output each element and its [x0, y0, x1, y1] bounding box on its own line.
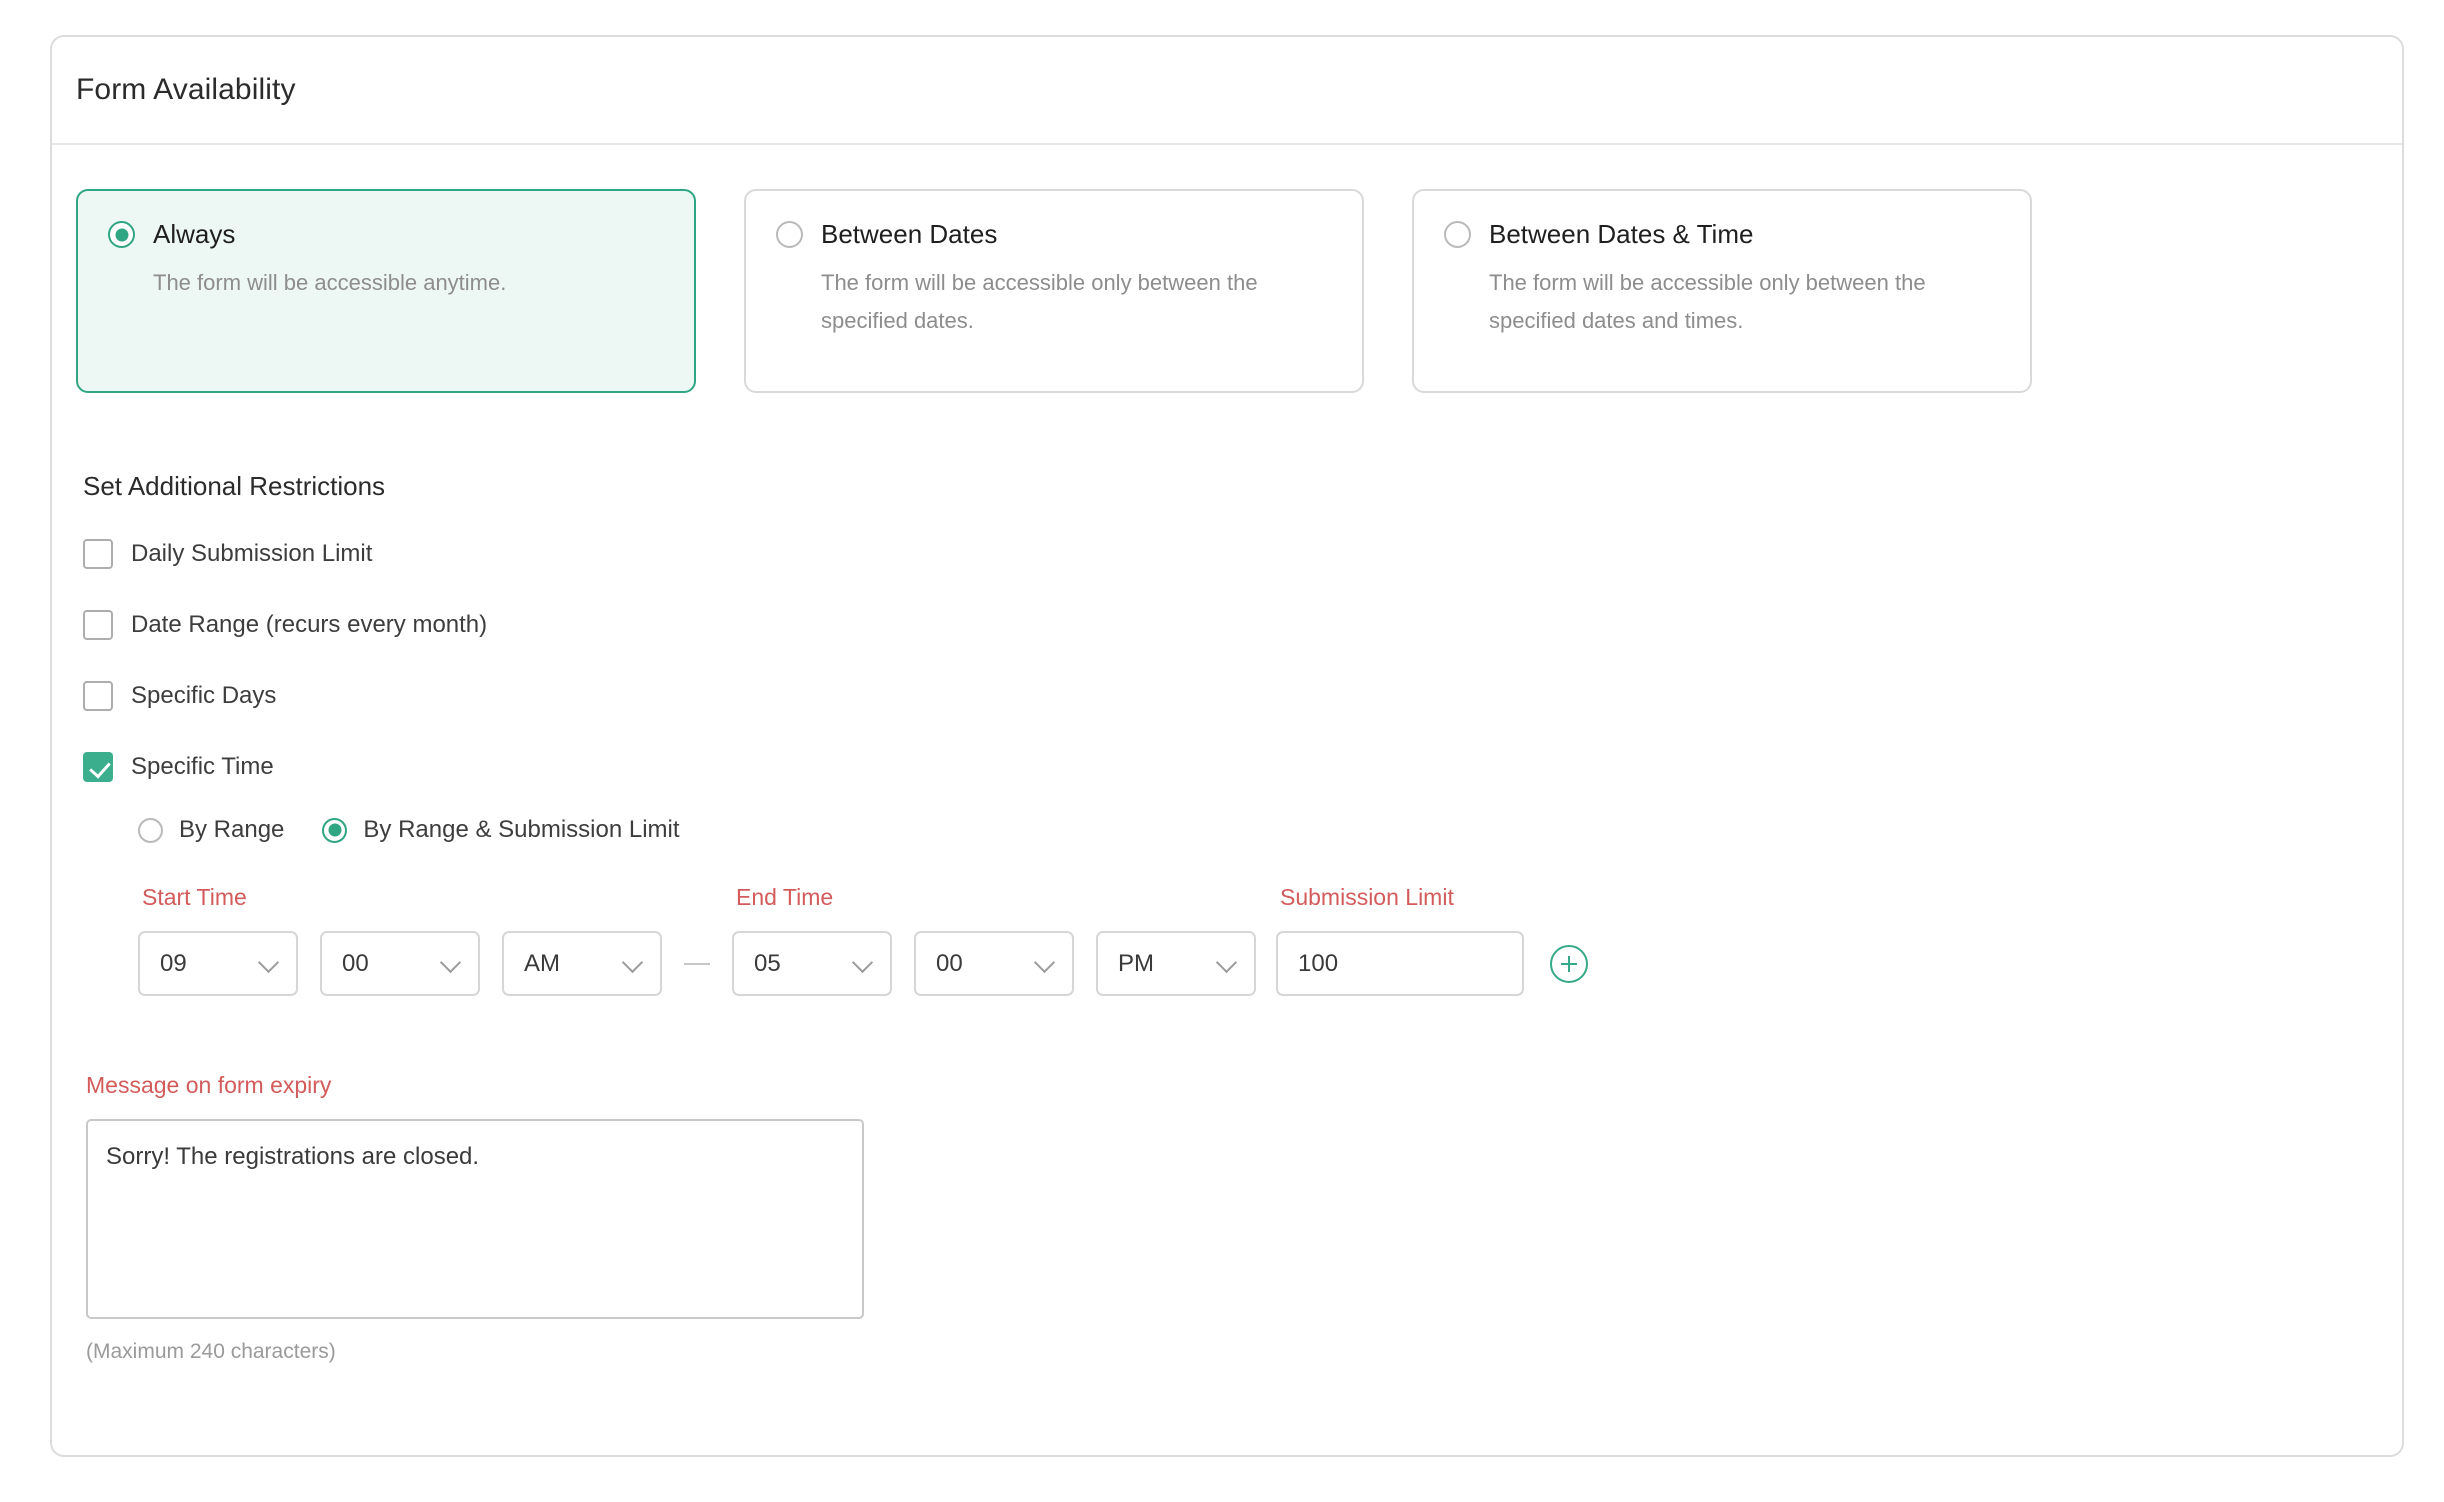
page-title: Form Availability: [76, 73, 296, 106]
start-minute-value: 00: [342, 949, 369, 977]
time-range-separator-icon: [684, 963, 710, 965]
time-settings-row: Start Time 09 00 AM End Time 05 00 PM Su…: [138, 884, 2378, 996]
start-time-group: Start Time 09 00 AM: [138, 884, 662, 996]
end-minute-select[interactable]: 00: [914, 931, 1074, 996]
submission-limit-group: Submission Limit: [1276, 884, 1524, 996]
form-availability-page: Form Availability Always The form will b…: [0, 0, 2444, 1502]
restrictions-list: Daily Submission Limit Date Range (recur…: [83, 532, 2378, 789]
chevron-down-icon: [851, 951, 874, 973]
option-head: Always: [108, 219, 664, 250]
availability-option-between-dates-time[interactable]: Between Dates & Time The form will be ac…: [1412, 189, 2032, 393]
restrictions-heading: Set Additional Restrictions: [83, 471, 386, 501]
start-hour-select[interactable]: 09: [138, 931, 298, 996]
checkbox-row-daily-submission-limit[interactable]: Daily Submission Limit: [83, 532, 2378, 576]
panel-header: Form Availability: [52, 37, 2402, 145]
checkbox-row-specific-time[interactable]: Specific Time: [83, 745, 2378, 789]
end-hour-value: 05: [754, 949, 781, 977]
mode-label-by-range-submission-limit: By Range & Submission Limit: [363, 816, 680, 843]
start-meridiem-select[interactable]: AM: [502, 931, 662, 996]
option-description-between-dates: The form will be accessible only between…: [821, 270, 1258, 333]
end-time-group: End Time 05 00 PM: [732, 884, 1256, 996]
option-label-between-dates-time: Between Dates & Time: [1489, 219, 1754, 249]
mode-by-range[interactable]: By Range: [138, 816, 284, 844]
checkbox-date-range-icon[interactable]: [83, 610, 113, 640]
checkbox-label-specific-days: Specific Days: [131, 682, 277, 709]
availability-option-group: Always The form will be accessible anyti…: [76, 189, 2378, 393]
radio-between-dates-time-icon[interactable]: [1444, 221, 1471, 248]
expiry-message-label: Message on form expiry: [86, 1072, 332, 1098]
start-time-selects: 09 00 AM: [138, 931, 662, 996]
start-minute-select[interactable]: 00: [320, 931, 480, 996]
checkbox-specific-time-icon[interactable]: [83, 752, 113, 782]
availability-option-always[interactable]: Always The form will be accessible anyti…: [76, 189, 696, 393]
expiry-message-block: Message on form expiry (Maximum 240 char…: [86, 1072, 2378, 1364]
option-description-always: The form will be accessible anytime.: [153, 270, 507, 295]
radio-always-icon[interactable]: [108, 221, 135, 248]
expiry-message-textarea[interactable]: [86, 1119, 864, 1319]
panel-body: Always The form will be accessible anyti…: [52, 145, 2402, 1364]
chevron-down-icon: [621, 951, 644, 973]
start-hour-value: 09: [160, 949, 187, 977]
checkbox-row-date-range[interactable]: Date Range (recurs every month): [83, 603, 2378, 647]
end-meridiem-value: PM: [1118, 949, 1154, 977]
option-label-always: Always: [153, 219, 236, 249]
option-description-between-dates-time: The form will be accessible only between…: [1489, 270, 1926, 333]
add-time-slot-button[interactable]: [1550, 945, 1588, 983]
checkbox-label-specific-time: Specific Time: [131, 753, 274, 780]
submission-limit-label: Submission Limit: [1280, 884, 1454, 910]
option-label-between-dates: Between Dates: [821, 219, 998, 249]
option-head: Between Dates: [776, 219, 1332, 250]
specific-time-mode-group: By Range By Range & Submission Limit: [138, 816, 2378, 844]
end-minute-value: 00: [936, 949, 963, 977]
checkbox-row-specific-days[interactable]: Specific Days: [83, 674, 2378, 718]
end-time-selects: 05 00 PM: [732, 931, 1256, 996]
chevron-down-icon: [257, 951, 280, 973]
end-meridiem-select[interactable]: PM: [1096, 931, 1256, 996]
checkbox-specific-days-icon[interactable]: [83, 681, 113, 711]
submission-limit-input[interactable]: [1276, 931, 1524, 996]
submission-limit-controls: [1276, 931, 1524, 996]
checkbox-daily-submission-limit-icon[interactable]: [83, 539, 113, 569]
start-meridiem-value: AM: [524, 949, 560, 977]
checkbox-label-daily-submission-limit: Daily Submission Limit: [131, 540, 373, 567]
end-hour-select[interactable]: 05: [732, 931, 892, 996]
end-time-label: End Time: [736, 884, 834, 910]
availability-option-between-dates[interactable]: Between Dates The form will be accessibl…: [744, 189, 1364, 393]
option-head: Between Dates & Time: [1444, 219, 2000, 250]
checkbox-label-date-range: Date Range (recurs every month): [131, 611, 488, 638]
chevron-down-icon: [439, 951, 462, 973]
chevron-down-icon: [1215, 951, 1238, 973]
radio-between-dates-icon[interactable]: [776, 221, 803, 248]
start-time-label: Start Time: [142, 884, 247, 910]
expiry-message-hint: (Maximum 240 characters): [86, 1340, 336, 1363]
chevron-down-icon: [1033, 951, 1056, 973]
mode-label-by-range: By Range: [179, 816, 285, 843]
form-availability-panel: Form Availability Always The form will b…: [50, 35, 2404, 1457]
radio-by-range-icon[interactable]: [138, 817, 163, 843]
mode-by-range-submission-limit[interactable]: By Range & Submission Limit: [322, 816, 680, 844]
radio-by-range-submission-limit-icon[interactable]: [322, 817, 348, 843]
